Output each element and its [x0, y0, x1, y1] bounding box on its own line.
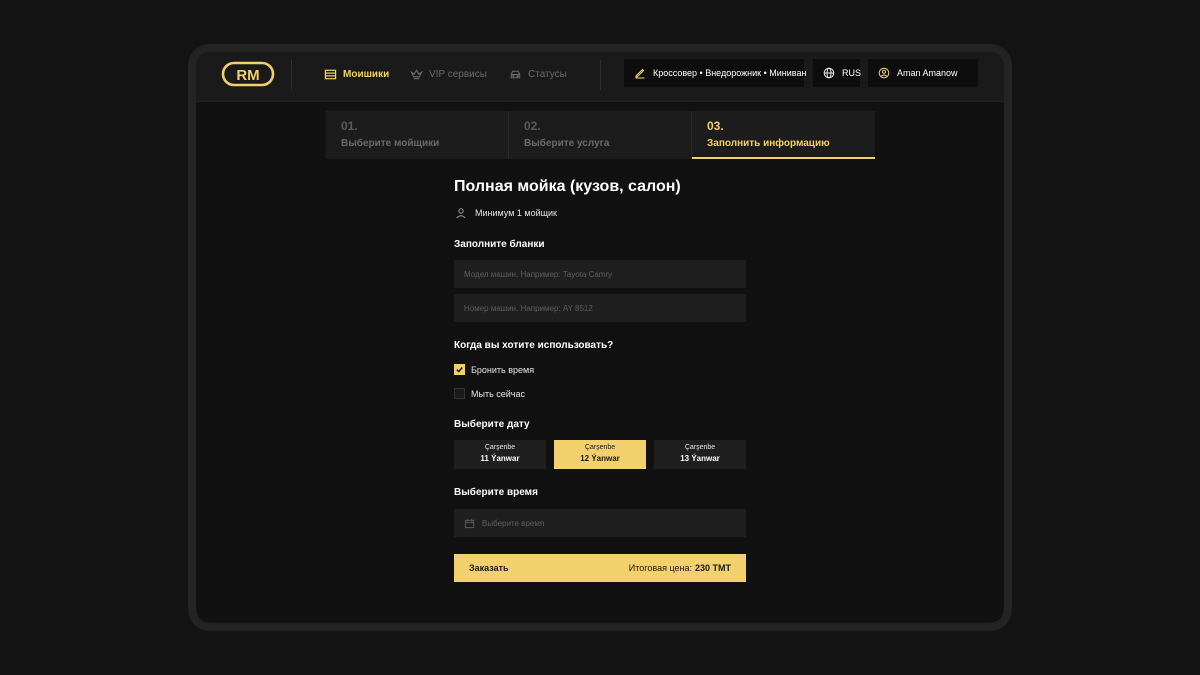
- date-3-date: 13 Ýanwar: [680, 454, 720, 463]
- option-wash-now[interactable]: Мыть сейчас: [454, 388, 525, 399]
- nav-vip-label: VIP сервисы: [429, 68, 487, 80]
- step-1-label: Выберите мойщики: [341, 138, 440, 149]
- step-2-label: Выберите услуга: [524, 138, 610, 149]
- car-wash-icon: [324, 69, 337, 79]
- step-2[interactable]: 02. Выберите услуга: [509, 111, 692, 159]
- nav-statuses[interactable]: Статусы: [509, 66, 567, 82]
- nav-washers-label: Моишики: [343, 68, 390, 80]
- header-divider: [600, 60, 601, 90]
- globe-icon: [823, 67, 835, 79]
- crown-icon: [410, 68, 423, 79]
- rm-logo[interactable]: RM: [221, 60, 275, 88]
- wash-now-checkbox[interactable]: [454, 388, 465, 399]
- order-button[interactable]: Заказать Итоговая цена: 230 TMT: [454, 554, 746, 582]
- option-book-time[interactable]: Бронить время: [454, 364, 534, 375]
- nav-washers[interactable]: Моишики: [324, 66, 389, 82]
- car-types-label: Кроссовер • Внедорожник • Миниван: [653, 68, 807, 78]
- step-3-number: 03.: [707, 119, 724, 133]
- order-label: Заказать: [469, 563, 509, 573]
- date-option-3[interactable]: Çarşenbe 13 Ýanwar: [654, 440, 746, 469]
- car-icon: [510, 70, 521, 78]
- wash-now-label: Мыть сейчас: [471, 388, 526, 399]
- nav-vip[interactable]: VIP сервисы: [410, 66, 487, 82]
- top-header: RM Моишики VIP сервисы Статусы Кроссовер…: [196, 52, 1004, 102]
- person-icon: [456, 208, 466, 219]
- language-label: RUS: [842, 68, 862, 78]
- total-value: 230 TMT: [694, 563, 731, 573]
- nav-statuses-label: Статусы: [528, 68, 567, 80]
- date-1-date: 11 Ýanwar: [480, 454, 520, 463]
- calendar-icon: [464, 518, 475, 528]
- step-3-label: Заполнить информацию: [707, 138, 830, 149]
- language-selector[interactable]: RUS: [813, 59, 862, 87]
- car-types-selector[interactable]: Кроссовер • Внедорожник • Миниван: [624, 59, 807, 87]
- date-1-day: Çarşenbe: [484, 444, 516, 451]
- step-1[interactable]: 01. Выберите мойщики: [326, 111, 509, 159]
- user-icon: [878, 67, 890, 79]
- date-option-1[interactable]: Çarşenbe 11 Ýanwar: [454, 440, 546, 469]
- date-2-day: Çarşenbe: [584, 444, 616, 451]
- car-number-input[interactable]: [454, 294, 746, 322]
- step-1-number: 01.: [341, 119, 358, 133]
- user-name: Aman Amanow: [897, 68, 958, 78]
- step-2-number: 02.: [524, 119, 541, 133]
- service-title: Полная мойка (кузов, салон): [454, 178, 681, 195]
- date-3-day: Çarşenbe: [684, 444, 716, 451]
- time-title: Выберите время: [454, 487, 538, 498]
- check-icon: [456, 367, 463, 373]
- edit-icon: [635, 68, 645, 79]
- user-menu[interactable]: Aman Amanow: [868, 59, 978, 87]
- book-time-label: Бронить время: [471, 364, 535, 375]
- time-picker[interactable]: Выберите время: [454, 509, 746, 537]
- fill-title: Заполните бланки: [454, 239, 545, 250]
- date-title: Выберите дату: [454, 419, 530, 430]
- step-3[interactable]: 03. Заполнить информацию: [692, 111, 875, 159]
- car-model-input[interactable]: [454, 260, 746, 288]
- date-option-2[interactable]: Çarşenbe 12 Ýanwar: [554, 440, 646, 469]
- total-label: Итоговая цена:: [628, 563, 692, 573]
- min-workers-label: Минимум 1 мойщик: [475, 208, 557, 218]
- step-tabs: 01. Выберите мойщики 02. Выберите услуга…: [326, 111, 875, 159]
- when-title: Когда вы хотите использовать?: [454, 340, 614, 351]
- time-placeholder: Выберите время: [482, 518, 545, 528]
- svg-text:RM: RM: [236, 67, 259, 84]
- total-price: Итоговая цена: 230 TMT: [629, 563, 731, 573]
- book-time-checkbox[interactable]: [454, 364, 465, 375]
- date-2-date: 12 Ýanwar: [580, 454, 620, 463]
- app-screen: RM Моишики VIP сервисы Статусы Кроссовер…: [196, 52, 1004, 623]
- header-divider: [291, 60, 292, 90]
- min-workers: Минимум 1 мойщик: [455, 207, 557, 219]
